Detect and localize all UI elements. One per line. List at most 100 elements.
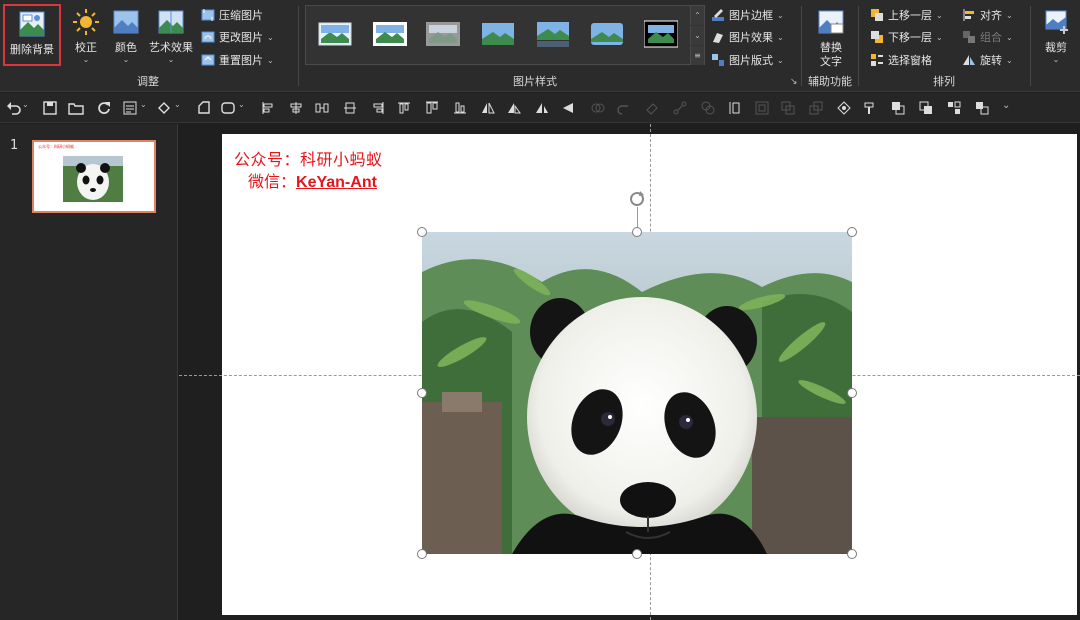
format-painter-button[interactable]	[862, 100, 878, 116]
layout-dropdown-icon[interactable]: ⌄	[140, 100, 150, 116]
undo-button[interactable]	[6, 100, 22, 116]
merge-shapes-button[interactable]	[700, 100, 716, 116]
shape-dropdown-icon[interactable]: ⌄	[238, 100, 248, 116]
chevron-down-icon: ⌄	[1006, 32, 1013, 42]
rotate-left-button[interactable]	[534, 100, 550, 116]
paint-bucket-icon	[158, 102, 170, 114]
bring-to-front-button[interactable]	[890, 100, 906, 116]
rotate-right-button[interactable]	[560, 100, 576, 116]
shape-button[interactable]	[196, 100, 212, 116]
chevron-down-icon: ⌄	[267, 55, 274, 65]
redo-button[interactable]	[96, 100, 112, 116]
group-label: 组合	[980, 31, 1002, 44]
style-simple-frame[interactable]	[318, 20, 352, 48]
layout-button[interactable]	[122, 100, 138, 116]
change-picture-button[interactable]: 更改图片 ⌄	[201, 27, 274, 47]
bring-forward-button[interactable]: 上移一层 ⌄	[870, 5, 943, 25]
resize-handle-top[interactable]	[632, 227, 642, 237]
height-button[interactable]	[726, 100, 742, 116]
selection-button[interactable]	[974, 100, 990, 116]
rotate-right-icon	[563, 103, 573, 113]
remove-background-button[interactable]: 删除背景	[3, 4, 61, 66]
arrange-objects-button[interactable]	[946, 100, 962, 116]
style-black-frame[interactable]	[644, 20, 678, 48]
style-gray-frame[interactable]	[426, 20, 460, 48]
style-rounded[interactable]	[590, 20, 624, 48]
align-right-button[interactable]	[370, 100, 386, 116]
slide-thumbnail[interactable]: 公众号：科研小蚂蚁	[32, 140, 156, 213]
open-button[interactable]	[68, 100, 84, 116]
flip-vertical-button[interactable]	[506, 100, 522, 116]
resize-handle-bottom-left[interactable]	[417, 549, 427, 559]
align-center-button[interactable]	[288, 100, 304, 116]
alt-text-icon	[818, 10, 844, 34]
divider	[801, 6, 802, 86]
align-top-button[interactable]	[396, 100, 412, 116]
align-left-button[interactable]	[260, 100, 276, 116]
resize-handle-right[interactable]	[847, 388, 857, 398]
align-middle-button[interactable]	[342, 100, 358, 116]
crop-icon	[1045, 10, 1068, 34]
style-soft-edge[interactable]	[481, 20, 515, 48]
shape-fill-button[interactable]	[156, 100, 172, 116]
resize-button[interactable]	[754, 100, 770, 116]
send-to-back-disabled-button[interactable]	[808, 100, 824, 116]
panda-picture[interactable]	[422, 232, 852, 554]
rotate-label: 旋转	[980, 54, 1002, 67]
resize-handle-top-right[interactable]	[847, 227, 857, 237]
crop-button[interactable]: 裁剪 ⌄	[1032, 4, 1080, 66]
alt-text-button[interactable]: 替换 文字	[803, 4, 859, 68]
compress-label: 压缩图片	[219, 9, 263, 22]
align-top-edges-icon	[426, 101, 438, 114]
merge-shapes-icon	[701, 101, 715, 115]
flip-horizontal-button[interactable]	[480, 100, 496, 116]
rotate-button[interactable]: 旋转 ⌄	[962, 50, 1013, 70]
picture-layout-button[interactable]: 图片版式 ⌄	[711, 50, 784, 70]
gallery-more-button[interactable]: ≡	[690, 46, 704, 65]
resize-handle-left[interactable]	[417, 388, 427, 398]
rounded-rect-button[interactable]	[220, 100, 236, 116]
arrange-group: 上移一层 ⌄ 下移一层 ⌄ 选择窗格 对齐 ⌄ 组合 ⌄ 旋转 ⌄ 排列	[860, 0, 1028, 92]
style-white-frame[interactable]	[373, 20, 407, 48]
customize-toolbar-icon[interactable]: ⌄	[1002, 100, 1018, 116]
refresh-icon	[98, 102, 110, 114]
chevron-down-icon: ⌄	[167, 55, 175, 64]
bring-to-front-disabled-button[interactable]	[780, 100, 796, 116]
dialog-launcher-icon[interactable]: ↘	[790, 77, 798, 87]
align-bottom-button[interactable]	[452, 100, 468, 116]
distribute-h-button[interactable]	[314, 100, 330, 116]
layers-back-icon	[809, 101, 823, 115]
group-objects-button[interactable]	[590, 100, 606, 116]
save-button[interactable]	[42, 100, 58, 116]
group-objects-icon	[591, 103, 605, 113]
fill-dropdown-icon[interactable]: ⌄	[174, 100, 184, 116]
selection-pane-button[interactable]: 选择窗格	[870, 50, 932, 70]
picture-border-button[interactable]: 图片边框 ⌄	[711, 5, 784, 25]
align-top-edges-button[interactable]	[424, 100, 440, 116]
style-reflection[interactable]	[536, 20, 570, 48]
undo-dropdown-icon[interactable]: ⌄	[22, 100, 32, 116]
format-painter-icon	[864, 102, 874, 114]
picture-transform-button[interactable]	[836, 100, 852, 116]
gallery-scroll-down-button[interactable]: ⌄	[690, 26, 704, 45]
gallery-scroll-up-button[interactable]: ⌃	[690, 6, 704, 25]
send-backward-button[interactable]: 下移一层 ⌄	[870, 27, 943, 47]
chevron-down-icon: ⌄	[1052, 55, 1060, 64]
artistic-effects-button[interactable]: 艺术效果 ⌄	[143, 4, 199, 66]
erase-button[interactable]	[644, 100, 660, 116]
picture-effects-button[interactable]: 图片效果 ⌄	[711, 27, 784, 47]
rotate-handle-icon[interactable]	[627, 189, 647, 209]
group-button[interactable]: 组合 ⌄	[962, 27, 1013, 47]
resize-handle-top-left[interactable]	[417, 227, 427, 237]
folder-icon	[68, 103, 84, 115]
resize-handle-bottom[interactable]	[632, 549, 642, 559]
redo-disabled-button[interactable]	[616, 100, 632, 116]
reset-picture-button[interactable]: 重置图片 ⌄	[201, 50, 274, 70]
link-button[interactable]	[672, 100, 688, 116]
align-button[interactable]: 对齐 ⌄	[962, 5, 1013, 25]
resize-handle-bottom-right[interactable]	[847, 549, 857, 559]
align-icon	[963, 9, 974, 21]
compress-pictures-button[interactable]: 压缩图片	[201, 5, 263, 25]
send-to-back-button[interactable]	[918, 100, 934, 116]
slide-number: 1	[10, 138, 19, 153]
